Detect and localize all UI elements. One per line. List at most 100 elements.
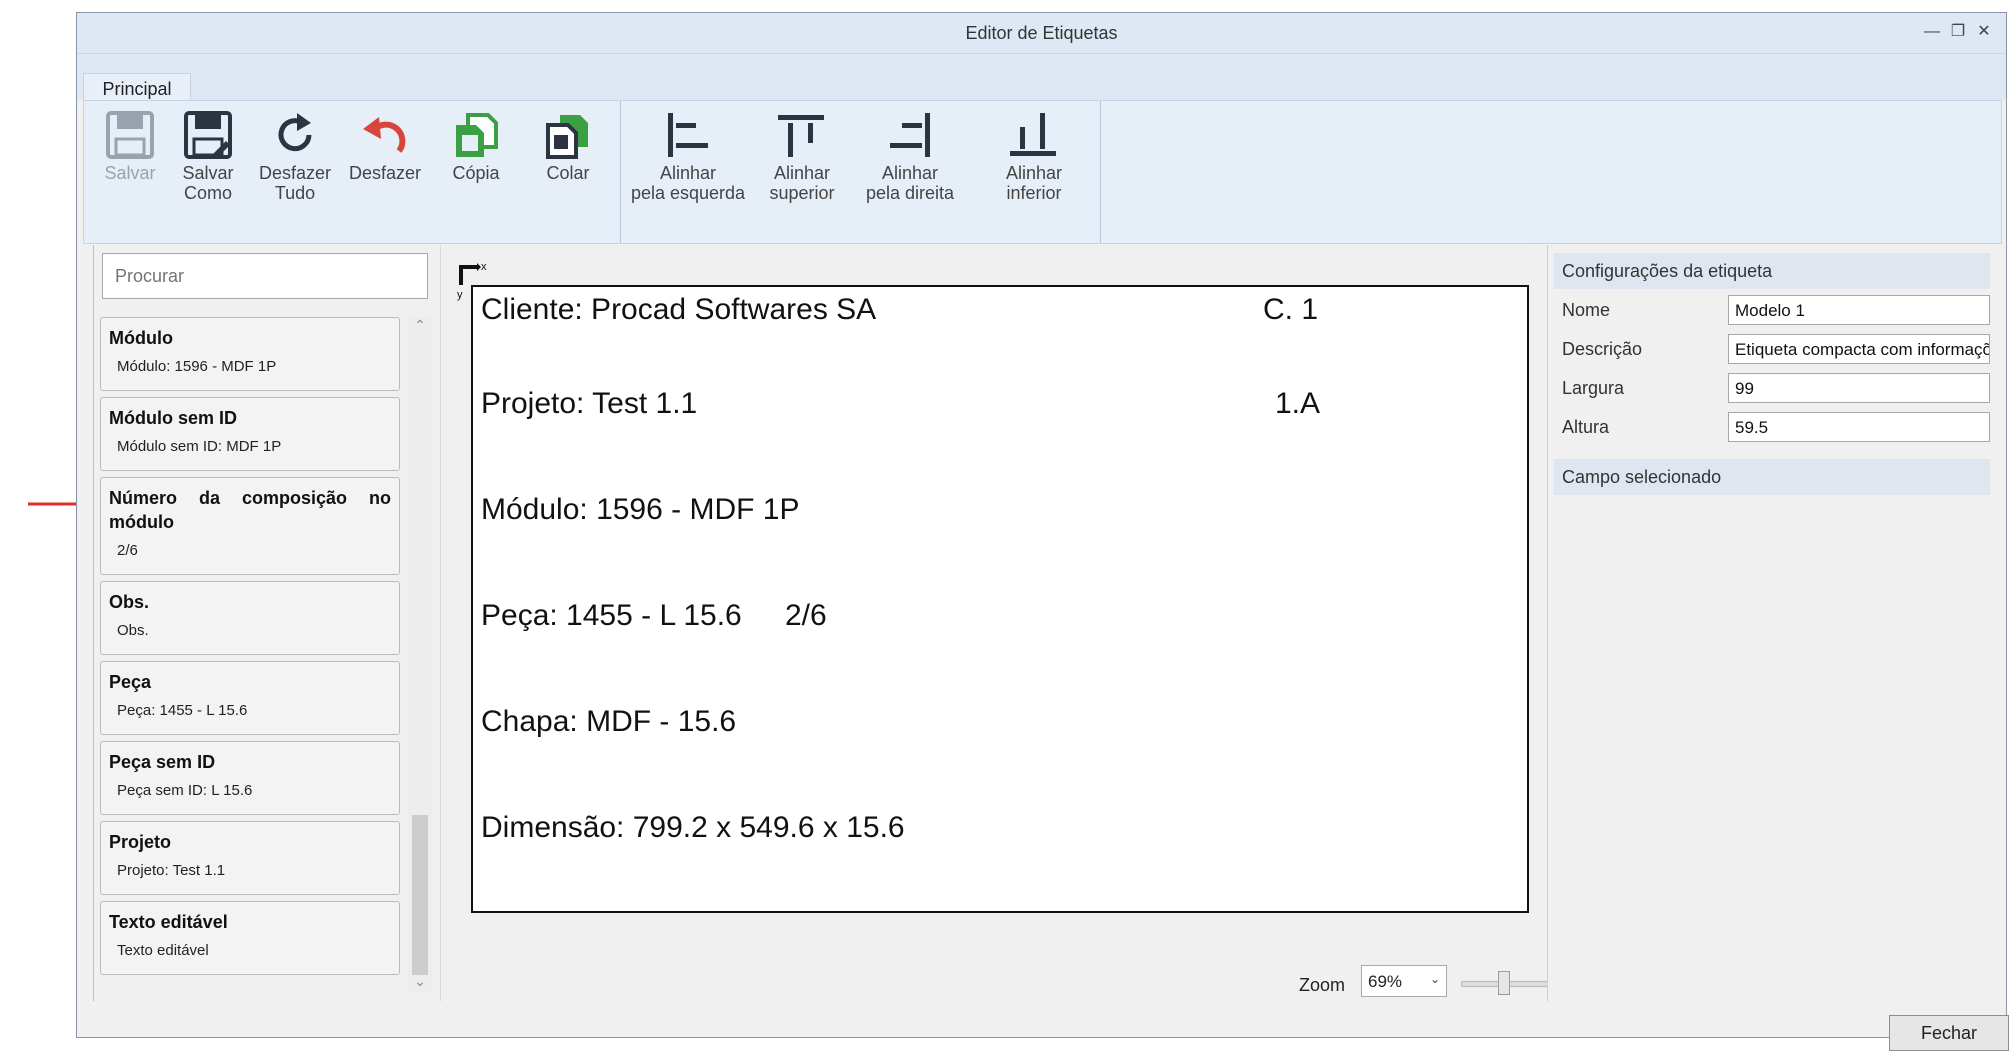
scrollbar-thumb[interactable] — [412, 815, 428, 975]
list-item[interactable]: Obs. Obs. — [100, 581, 400, 655]
list-item-title: Texto editável — [109, 912, 228, 932]
largura-label: Largura — [1562, 378, 1625, 398]
align-top-label-2: superior — [769, 183, 835, 203]
paste-label: Colar — [546, 163, 590, 183]
descricao-field[interactable]: Etiqueta compacta com informações — [1728, 334, 1990, 364]
undo-label: Desfazer — [348, 163, 422, 183]
align-left-icon — [668, 113, 708, 157]
minimize-icon[interactable]: — — [1921, 21, 1943, 43]
label-field-modulo[interactable]: Módulo: 1596 - MDF 1P — [481, 493, 799, 527]
list-item-sub: Módulo: 1596 - MDF 1P — [117, 358, 277, 375]
align-top-button[interactable]: Alinhar superior — [756, 111, 848, 203]
list-item[interactable]: Peça sem ID Peça sem ID: L 15.6 — [100, 741, 400, 815]
list-item[interactable]: Peça Peça: 1455 - L 15.6 — [100, 661, 400, 735]
copy-label: Cópia — [452, 163, 500, 183]
properties-panel: Configurações da etiqueta Nome Modelo 1 … — [1547, 245, 1990, 1001]
label-field-c1[interactable]: C. 1 — [1263, 293, 1318, 327]
save-as-label-1: Salvar — [182, 163, 234, 183]
align-bottom-icon — [1010, 113, 1056, 156]
nome-label: Nome — [1562, 300, 1611, 320]
nome-field[interactable]: Modelo 1 — [1728, 295, 1990, 325]
align-bottom-button[interactable]: Alinhar inferior — [984, 111, 1084, 203]
zoom-slider-thumb[interactable] — [1498, 971, 1511, 995]
label-preview: Cliente: Procad Softwares SA C. 1 Projet… — [471, 285, 1529, 913]
fields-list: Módulo Módulo: 1596 - MDF 1P Módulo sem … — [100, 317, 402, 993]
axis-y-label: y — [457, 289, 463, 301]
list-item-sub: Peça: 1455 - L 15.6 — [117, 702, 248, 719]
redo-all-label-2: Tudo — [274, 183, 316, 203]
descricao-label: Descrição — [1562, 339, 1643, 359]
label-field-a1[interactable]: 1.A — [1275, 387, 1320, 421]
align-left-button[interactable]: Alinhar pela esquerda — [626, 111, 750, 203]
zoom-select[interactable]: 69% ⌄ — [1361, 965, 1447, 997]
zoom-value: 69% — [1368, 972, 1403, 991]
save-button[interactable]: Salvar — [94, 111, 166, 183]
list-item-title: Módulo sem ID — [109, 408, 238, 428]
app-window: Editor de Etiquetas — ❐ ✕ Principal Salv… — [76, 12, 2009, 1051]
align-right-label-2: pela direita — [865, 183, 955, 203]
scroll-down-icon[interactable]: ⌄ — [408, 973, 432, 993]
copy-icon — [456, 113, 498, 157]
align-bottom-label-2: inferior — [1006, 183, 1062, 203]
label-field-composicao[interactable]: 2/6 — [785, 599, 827, 633]
list-item[interactable]: Módulo Módulo: 1596 - MDF 1P — [100, 317, 400, 391]
list-item-sub: Texto editável — [117, 942, 209, 959]
save-as-label-2: Como — [183, 183, 232, 203]
redo-all-label-1: Desfazer — [258, 163, 332, 183]
undo-button[interactable]: Desfazer — [344, 111, 426, 183]
align-right-icon — [890, 113, 930, 157]
list-item-title: Módulo — [109, 328, 173, 348]
list-item-title: Número da composição no — [109, 488, 391, 508]
save-icon — [106, 111, 154, 159]
list-item-title: Obs. — [109, 592, 150, 612]
list-item[interactable]: Texto editável Texto editável — [100, 901, 400, 975]
list-item-title-cont: módulo — [109, 512, 174, 532]
altura-field[interactable]: 59.5 — [1728, 412, 1990, 442]
altura-label: Altura — [1562, 417, 1610, 437]
save-label: Salvar — [104, 163, 156, 183]
ribbon: Salvar Salvar Como Desfazer Tudo Desfaze… — [83, 100, 2002, 244]
largura-field[interactable]: 99 — [1728, 373, 1990, 403]
label-field-chapa[interactable]: Chapa: MDF - 15.6 — [481, 705, 736, 739]
paste-icon — [546, 115, 588, 159]
copy-button[interactable]: Cópia — [440, 111, 512, 183]
window-title: Editor de Etiquetas — [965, 23, 1118, 43]
axis-origin-icon — [459, 263, 481, 285]
label-field-dimensao[interactable]: Dimensão: 799.2 x 549.6 x 15.6 — [481, 811, 905, 845]
paste-button[interactable]: Colar — [532, 111, 604, 183]
fields-scrollbar[interactable]: ⌃ ⌄ — [408, 317, 432, 993]
undo-icon — [363, 117, 406, 153]
list-item-sub: Obs. — [117, 622, 149, 639]
redo-all-button[interactable]: Desfazer Tudo — [254, 111, 336, 203]
selected-field-section-header: Campo selecionado — [1554, 459, 1990, 495]
label-canvas: x y Cliente: Procad Softwares SA C. 1 Pr… — [449, 245, 1533, 967]
list-item[interactable]: Projeto Projeto: Test 1.1 — [100, 821, 400, 895]
close-button[interactable]: Fechar — [1889, 1015, 2009, 1051]
list-item[interactable]: Módulo sem ID Módulo sem ID: MDF 1P — [100, 397, 400, 471]
zoom-label: Zoom — [1299, 975, 1346, 995]
list-item-sub: Peça sem ID: L 15.6 — [117, 782, 253, 799]
align-right-label-1: Alinhar — [881, 163, 939, 183]
align-bottom-label-1: Alinhar — [1005, 163, 1063, 183]
ribbon-tabstrip: Principal — [77, 54, 2006, 104]
list-item-title: Peça sem ID — [109, 752, 216, 772]
align-right-button[interactable]: Alinhar pela direita — [854, 111, 966, 203]
scroll-up-icon[interactable]: ⌃ — [408, 317, 432, 337]
list-item-title: Projeto — [109, 832, 172, 852]
save-as-button[interactable]: Salvar Como — [172, 111, 244, 203]
ribbon-separator — [620, 101, 621, 243]
label-field-cliente[interactable]: Cliente: Procad Softwares SA — [481, 293, 876, 327]
align-left-label-2: pela esquerda — [630, 183, 746, 203]
list-item[interactable]: Número da composição no módulo 2/6 — [100, 477, 400, 575]
list-item-sub: Módulo sem ID: MDF 1P — [117, 438, 282, 455]
list-item-title: Peça — [109, 672, 152, 692]
align-top-icon — [778, 115, 824, 157]
align-left-label-1: Alinhar — [659, 163, 717, 183]
restore-icon[interactable]: ❐ — [1947, 21, 1969, 43]
label-field-projeto[interactable]: Projeto: Test 1.1 — [481, 387, 697, 421]
search-input[interactable] — [102, 253, 428, 299]
close-icon[interactable]: ✕ — [1973, 21, 1995, 43]
list-item-sub: Projeto: Test 1.1 — [117, 862, 226, 879]
label-field-peca[interactable]: Peça: 1455 - L 15.6 — [481, 599, 742, 633]
title-bar: Editor de Etiquetas — ❐ ✕ — [77, 13, 2006, 54]
